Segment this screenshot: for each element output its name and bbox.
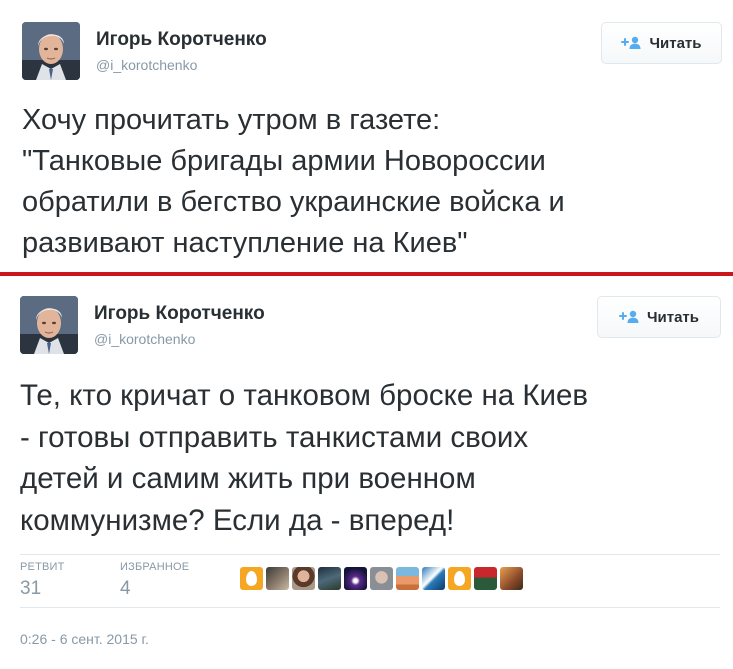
author-name[interactable]: Игорь Коротченко — [96, 29, 267, 51]
favoriter-avatar[interactable] — [266, 567, 289, 590]
favoriter-avatar[interactable] — [292, 567, 315, 590]
retweets-label: РЕТВИТ — [20, 561, 65, 573]
tweet-timestamp[interactable]: 0:26 - 6 сент. 2015 г. — [20, 631, 149, 647]
add-person-icon — [618, 310, 641, 324]
tweet-card-1: Игорь Коротченко @i_korotchenko Читать Х… — [0, 0, 733, 274]
tweet-text: Те, кто кричат о танковом броске на Киев… — [20, 379, 589, 537]
favoriter-avatar[interactable] — [422, 567, 445, 590]
favoriter-avatar[interactable] — [344, 567, 367, 590]
favorites-label: ИЗБРАННОЕ — [120, 561, 190, 573]
add-person-icon — [621, 36, 643, 50]
favoriter-avatar[interactable] — [396, 567, 419, 590]
favoriter-avatar[interactable] — [370, 567, 393, 590]
egg-icon[interactable] — [448, 567, 471, 590]
author-avatar[interactable] — [20, 296, 78, 354]
favoriter-avatar[interactable] — [474, 567, 497, 590]
author-handle[interactable]: @i_korotchenko — [94, 331, 195, 347]
favorites-stat[interactable]: ИЗБРАННОЕ 4 — [120, 561, 189, 600]
favoriter-avatar[interactable] — [500, 567, 523, 590]
tweet-card-2: Игорь Коротченко @i_korotchenko Читать Т… — [0, 282, 733, 669]
follow-button-label: Читать — [649, 34, 702, 52]
tweet-text: Хочу прочитать утром в газете: "Танковые… — [22, 104, 565, 259]
follow-button[interactable]: Читать — [597, 296, 721, 338]
egg-icon[interactable] — [240, 567, 263, 590]
favorites-count: 4 — [120, 578, 131, 599]
retweets-count: 31 — [20, 578, 42, 599]
divider-line — [0, 272, 733, 276]
retweets-stat[interactable]: РЕТВИТ 31 — [20, 561, 65, 600]
author-avatar[interactable] — [22, 22, 80, 80]
follow-button-label: Читать — [646, 308, 700, 326]
tweet-stats: РЕТВИТ 31 ИЗБРАННОЕ 4 — [20, 554, 720, 608]
author-name[interactable]: Игорь Коротченко — [94, 303, 265, 325]
favoriter-avatar[interactable] — [318, 567, 341, 590]
author-handle[interactable]: @i_korotchenko — [96, 57, 197, 73]
favoriters-avatars — [240, 567, 523, 590]
follow-button[interactable]: Читать — [601, 22, 722, 64]
